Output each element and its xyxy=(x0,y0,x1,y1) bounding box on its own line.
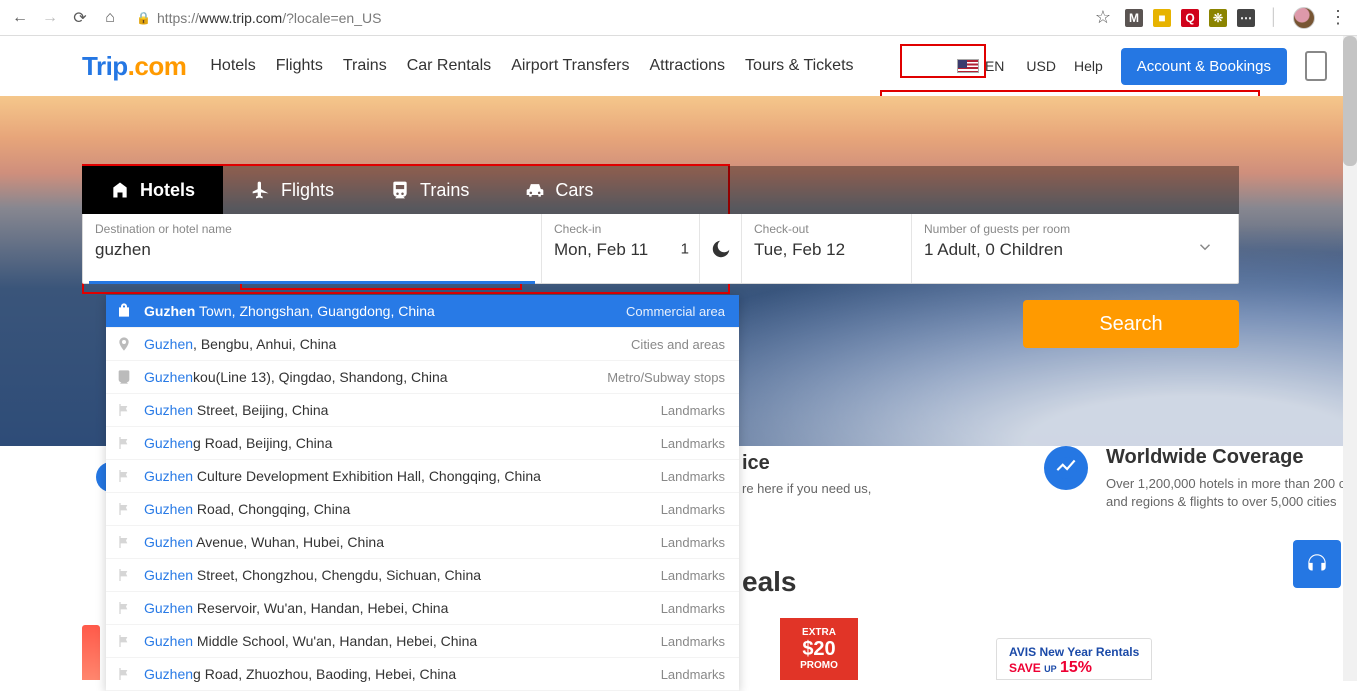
reload-button[interactable]: ⟳ xyxy=(70,8,90,28)
field-label: Number of guests per room xyxy=(924,222,1196,236)
extension-icon[interactable]: ❊ xyxy=(1209,9,1227,27)
scrollbar-thumb[interactable] xyxy=(1343,36,1357,166)
help-link[interactable]: Help xyxy=(1074,58,1103,74)
guests-value: 1 Adult, 0 Children xyxy=(924,240,1063,259)
nav-link[interactable]: Airport Transfers xyxy=(511,57,629,75)
language-label: EN xyxy=(985,58,1004,74)
checkout-value: Tue, Feb 12 xyxy=(754,240,845,259)
dropdown-item[interactable]: Guzhen Road, Chongqing, ChinaLandmarks xyxy=(106,493,739,526)
currency-selector[interactable]: USD xyxy=(1026,58,1056,74)
feature-title-partial: ice xyxy=(742,452,770,475)
account-button[interactable]: Account & Bookings xyxy=(1121,48,1287,85)
search-tabs: HotelsFlightsTrainsCars xyxy=(82,166,1239,214)
field-label: Check-in xyxy=(554,222,687,236)
home-button[interactable]: ⌂ xyxy=(100,8,120,28)
destination-dropdown: Guzhen Town, Zhongshan, Guangdong, China… xyxy=(106,295,739,691)
back-button[interactable]: ← xyxy=(10,8,30,28)
nav-link[interactable]: Hotels xyxy=(210,57,255,75)
scrollbar[interactable] xyxy=(1343,36,1357,681)
feature-sub-partial: re here if you need us, xyxy=(742,481,871,496)
logo[interactable]: Trip.com xyxy=(82,51,186,82)
address-bar[interactable]: 🔒 https://www.trip.com/?locale=en_US xyxy=(136,10,1085,26)
nav-link[interactable]: Tours & Tickets xyxy=(745,57,853,75)
destination-input[interactable] xyxy=(95,240,507,260)
mobile-app-icon[interactable] xyxy=(1305,51,1327,81)
tab-cars[interactable]: Cars xyxy=(497,166,621,214)
nav-link[interactable]: Car Rentals xyxy=(407,57,491,75)
chevron-down-icon xyxy=(1196,238,1214,261)
nav-link[interactable]: Attractions xyxy=(649,57,725,75)
input-underline xyxy=(89,281,535,284)
search-row: Destination or hotel name Check-in Mon, … xyxy=(82,214,1239,284)
lock-icon: 🔒 xyxy=(136,11,151,25)
dropdown-item[interactable]: Guzhenkou(Line 13), Qingdao, Shandong, C… xyxy=(106,361,739,394)
dropdown-item[interactable]: Guzhen Town, Zhongshan, Guangdong, China… xyxy=(106,295,739,328)
dropdown-item[interactable]: Guzhen Culture Development Exhibition Ha… xyxy=(106,460,739,493)
profile-avatar[interactable] xyxy=(1293,7,1315,29)
dropdown-item[interactable]: Guzhen Avenue, Wuhan, Hubei, ChinaLandma… xyxy=(106,526,739,559)
tab-flights[interactable]: Flights xyxy=(223,166,362,214)
guests-field[interactable]: Number of guests per room 1 Adult, 0 Chi… xyxy=(912,214,1238,283)
flag-us-icon xyxy=(957,59,979,73)
nav-link[interactable]: Flights xyxy=(276,57,323,75)
dropdown-item[interactable]: Guzhen Middle School, Wu'an, Handan, Heb… xyxy=(106,625,739,658)
nav-link[interactable]: Trains xyxy=(343,57,387,75)
promo-stripe xyxy=(82,625,100,680)
checkout-field[interactable]: Check-out Tue, Feb 12 xyxy=(742,214,912,283)
extension-icon[interactable]: ■ xyxy=(1153,9,1171,27)
nights-count: 1 xyxy=(681,240,689,257)
nights-icon xyxy=(700,214,742,283)
menu-icon[interactable]: ⋮ xyxy=(1329,7,1347,28)
checkin-field[interactable]: Check-in Mon, Feb 11 1 xyxy=(542,214,700,283)
dropdown-item[interactable]: Guzhen Street, Chongzhou, Chengdu, Sichu… xyxy=(106,559,739,592)
promo-badge[interactable]: EXTRA $20 PROMO xyxy=(780,618,858,680)
main-nav: Hotels Flights Trains Car Rentals Airport Tr… xyxy=(210,57,853,75)
dropdown-item[interactable]: Guzhen Street, Beijing, ChinaLandmarks xyxy=(106,394,739,427)
deals-heading-partial: eals xyxy=(742,566,797,598)
search-button[interactable]: Search xyxy=(1023,300,1239,348)
extension-icon[interactable]: Q xyxy=(1181,9,1199,27)
support-fab[interactable] xyxy=(1293,540,1341,588)
url-text: https://www.trip.com/?locale=en_US xyxy=(157,10,382,26)
extension-icon[interactable]: M xyxy=(1125,9,1143,27)
extension-icon[interactable]: ⋯ xyxy=(1237,9,1255,27)
browser-toolbar: ← → ⟳ ⌂ 🔒 https://www.trip.com/?locale=e… xyxy=(0,0,1357,36)
star-icon[interactable]: ☆ xyxy=(1095,7,1111,28)
feature-title: Worldwide Coverage xyxy=(1106,446,1357,469)
field-label: Destination or hotel name xyxy=(95,222,529,236)
dropdown-item[interactable]: Guzhen Reservoir, Wu'an, Handan, Hebei, … xyxy=(106,592,739,625)
language-selector[interactable]: EN xyxy=(953,56,1008,76)
forward-button[interactable]: → xyxy=(40,8,60,28)
promo-card[interactable]: AVIS New Year Rentals SAVE UP 15% xyxy=(996,638,1152,680)
feature-subtitle: Over 1,200,000 hotels in more than 200 c… xyxy=(1106,475,1357,510)
checkin-value: Mon, Feb 11 xyxy=(554,240,648,259)
destination-field[interactable]: Destination or hotel name xyxy=(83,214,542,283)
dropdown-item[interactable]: Guzheng Road, Zhuozhou, Baoding, Hebei, … xyxy=(106,658,739,691)
field-label: Check-out xyxy=(754,222,899,236)
dropdown-item[interactable]: Guzheng Road, Beijing, ChinaLandmarks xyxy=(106,427,739,460)
dropdown-item[interactable]: Guzhen, Bengbu, Anhui, ChinaCities and a… xyxy=(106,328,739,361)
tab-trains[interactable]: Trains xyxy=(362,166,497,214)
globe-trend-icon xyxy=(1044,446,1088,490)
tab-hotels[interactable]: Hotels xyxy=(82,166,223,214)
site-header: Trip.com Hotels Flights Trains Car Rentals A… xyxy=(0,36,1357,96)
